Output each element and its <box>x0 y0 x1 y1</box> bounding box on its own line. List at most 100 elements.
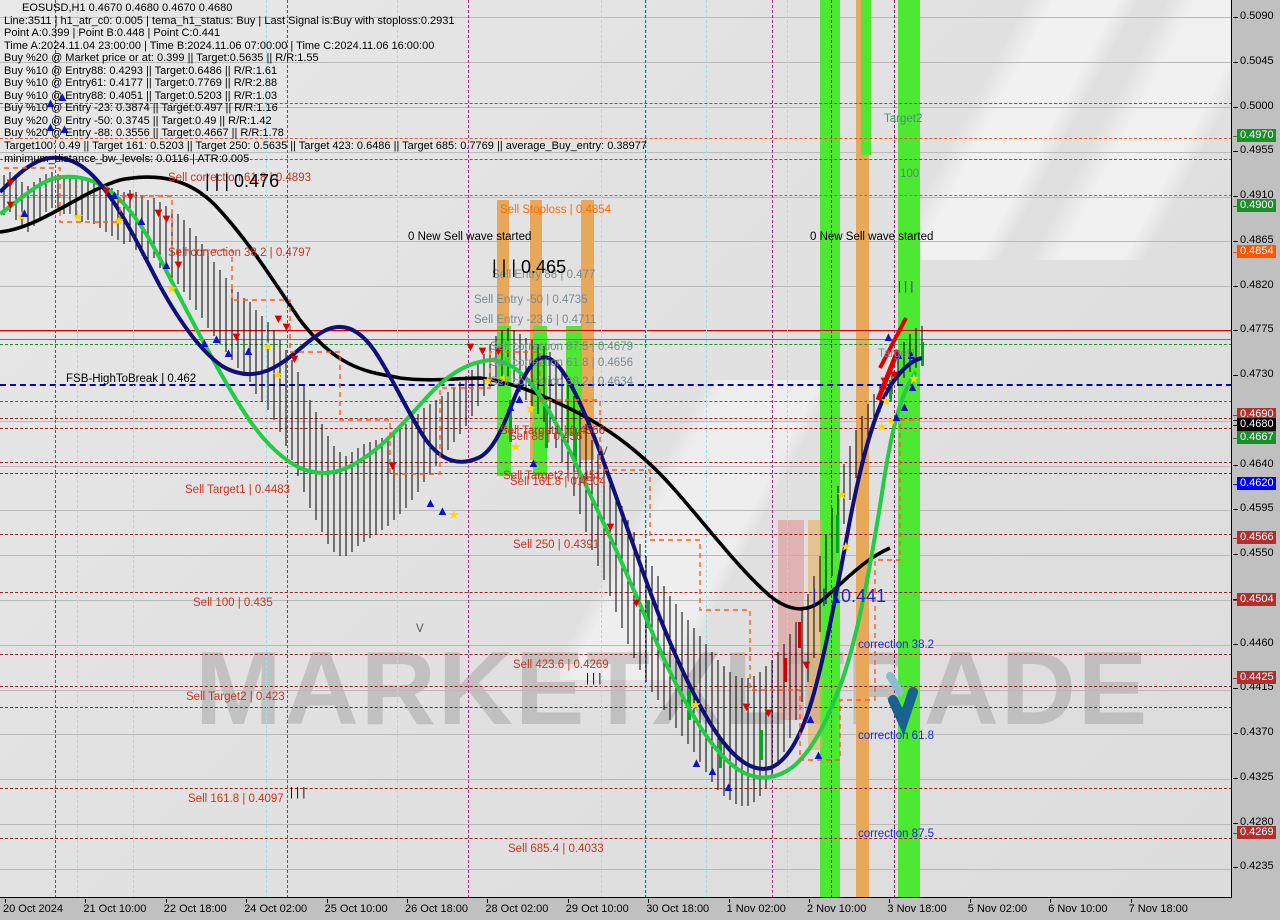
chart-plot-area[interactable]: MARKETXLTRADE ▼ ▼ ★ ▲ ▲ ▲ ▲ ▲ ★ ▼ ▲ ★ ▼ … <box>0 0 1232 898</box>
price-tick <box>1233 867 1238 869</box>
price-tick <box>1233 285 1238 287</box>
time-tick-label: 29 Oct 10:00 <box>565 903 629 915</box>
sell-arrow-icon: ▼ <box>124 189 137 204</box>
price-tick-label: 0.4550 <box>1240 547 1274 559</box>
sell-arrow-icon: ▼ <box>230 329 243 344</box>
time-tick-label: 6 Nov 10:00 <box>1048 903 1108 915</box>
chart-annotation-label: Sell 88 | 0.456 <box>509 431 583 443</box>
gridline-h <box>0 107 1231 108</box>
gridline-h <box>0 152 1231 153</box>
buy-arrow-icon: ▲ <box>882 329 895 344</box>
gridline-h <box>0 466 1231 467</box>
gridline-h <box>0 241 1231 242</box>
signal-star-icon: ★ <box>690 697 702 712</box>
time-tick-label: 2 Nov 10:00 <box>807 903 867 915</box>
time-tick <box>246 899 248 903</box>
buy-arrow-icon: ▲ <box>44 119 57 134</box>
price-tick-label: 0.4325 <box>1240 770 1274 783</box>
buy-arrow-icon: ▲ <box>58 121 71 136</box>
price-tick <box>1233 688 1238 690</box>
gridline-h <box>0 510 1231 511</box>
price-tick-label: 0.4370 <box>1240 726 1274 738</box>
chart-annotation-label: 100 <box>900 168 920 180</box>
sell-arrow-icon: ▼ <box>160 211 173 226</box>
chart-info-line: Buy %20 @ Entry -50: 0.3745 || Target:0.… <box>4 114 272 127</box>
price-line-close <box>0 339 1231 340</box>
chart-annotation-label: Sell 423.6 | 0.4269 <box>513 659 609 671</box>
buy-arrow-icon: ▲ <box>527 455 540 470</box>
price-tick <box>1233 464 1238 466</box>
chart-annotation-label: correction 87.5 <box>858 828 935 840</box>
sell-arrow-icon: ▼ <box>4 197 17 212</box>
day-separator <box>772 0 773 897</box>
price-tick <box>1233 733 1238 734</box>
time-tick-label: 30 Oct 18:00 <box>646 903 710 915</box>
price-tag-tick <box>1233 678 1237 680</box>
buy-arrow-icon: ▲ <box>706 763 719 778</box>
time-tick-label: 3 Nov 18:00 <box>887 903 947 915</box>
sell-level-line <box>0 462 1231 463</box>
price-tick <box>1233 554 1238 555</box>
price-tag-tick <box>1233 437 1237 439</box>
price-axis[interactable]: 0.5090 0.5045 0.5000 0.4955 0.4910 0.4865 0.48… <box>1233 0 1280 917</box>
chart-annotation-label: 0 New Sell wave started <box>408 231 532 243</box>
price-tag-tick <box>1233 251 1237 253</box>
signal-star-icon: ★ <box>836 487 848 502</box>
chart-annotation-label: Sell Target2 | 0.423 <box>186 691 285 703</box>
price-tick-label: 0.5090 <box>1240 10 1274 22</box>
chart-annotation-label: Sell correction 38.2 | 0.4797 <box>168 247 311 259</box>
buy-arrow-icon: ▲ <box>898 399 911 414</box>
time-tick-label: 22 Oct 18:00 <box>163 903 227 915</box>
chart-info-line: Buy %10 @ Entry61: 0.4177 || Target:0.77… <box>4 77 278 90</box>
time-tick <box>648 899 650 903</box>
day-separator <box>55 0 56 897</box>
buy-arrow-icon: ▲ <box>722 779 735 794</box>
chart-annotation-label: Sell 250 | 0.4391 <box>513 539 600 551</box>
symbol-ohlc-line: EOSUSD,H1 0.4670 0.4680 0.4670 0.4680 <box>22 2 233 14</box>
signal-star-icon: ★ <box>262 339 274 354</box>
price-tick-label: 0.4730 <box>1240 368 1274 380</box>
time-tick-label: 20 Oct 2024 <box>3 903 63 915</box>
chart-annotation-label: | | | <box>586 673 602 685</box>
chart-annotation-label: Sell correction 87.5 | 0.4679 <box>490 341 633 353</box>
buy-arrow-icon: ▲ <box>44 95 57 110</box>
stoploss-line <box>0 195 1231 196</box>
day-separator <box>287 0 288 897</box>
time-tick <box>969 899 971 903</box>
day-separator <box>468 0 469 897</box>
sell-arrow-icon: ▼ <box>386 458 399 473</box>
target-line-2 <box>0 103 1231 104</box>
chart-info-line: Point A:0.399 | Point B:0.448 | Point C:… <box>4 27 221 40</box>
price-tag-fsb: 0.4620 <box>1237 477 1276 491</box>
gridline-h <box>0 17 1231 18</box>
time-tick <box>85 899 87 903</box>
gridline-h <box>0 645 1231 646</box>
price-tick <box>1233 509 1238 511</box>
buy-arrow-icon: ▲ <box>424 495 437 510</box>
buy-arrow-icon: ▲ <box>56 89 69 104</box>
time-tick <box>326 899 328 903</box>
day-separator <box>894 0 895 897</box>
time-axis[interactable]: 20 Oct 2024 21 Oct 10:00 22 Oct 18:00 24 Oc… <box>0 899 1280 920</box>
chart-info-line: Buy %10 @ Entry88: 0.4051 || Target:0.52… <box>4 89 278 102</box>
gridline-h <box>0 824 1231 825</box>
buy-arrow-icon: ▲ <box>135 213 148 228</box>
sell-level-line <box>0 473 1231 474</box>
chart-annotation-label: Sell 161.8 | 0.4504 <box>510 476 606 488</box>
chart-info-line: Time A:2024.11.04 23:00:00 | Time B:2024… <box>4 39 435 52</box>
signal-star-icon: ★ <box>113 213 125 228</box>
gridline-h <box>0 869 1231 870</box>
price-tag-tick <box>1233 538 1237 540</box>
chart-annotation-label: | | | <box>290 787 306 799</box>
time-tick <box>889 899 891 903</box>
sell-level-line <box>0 686 1231 687</box>
time-tick <box>5 899 6 903</box>
chart-annotation-label: Sell 685.4 | 0.4033 <box>508 843 604 855</box>
time-tick-label: 25 Oct 10:00 <box>324 903 388 915</box>
sell-arrow-icon: ▼ <box>280 319 293 334</box>
sell-arrow-icon: ▼ <box>762 705 775 720</box>
price-tick <box>1233 106 1238 108</box>
price-tag-tick <box>1233 414 1237 416</box>
chart-annotation-label: Target2 <box>884 113 923 125</box>
time-tick <box>567 899 569 903</box>
